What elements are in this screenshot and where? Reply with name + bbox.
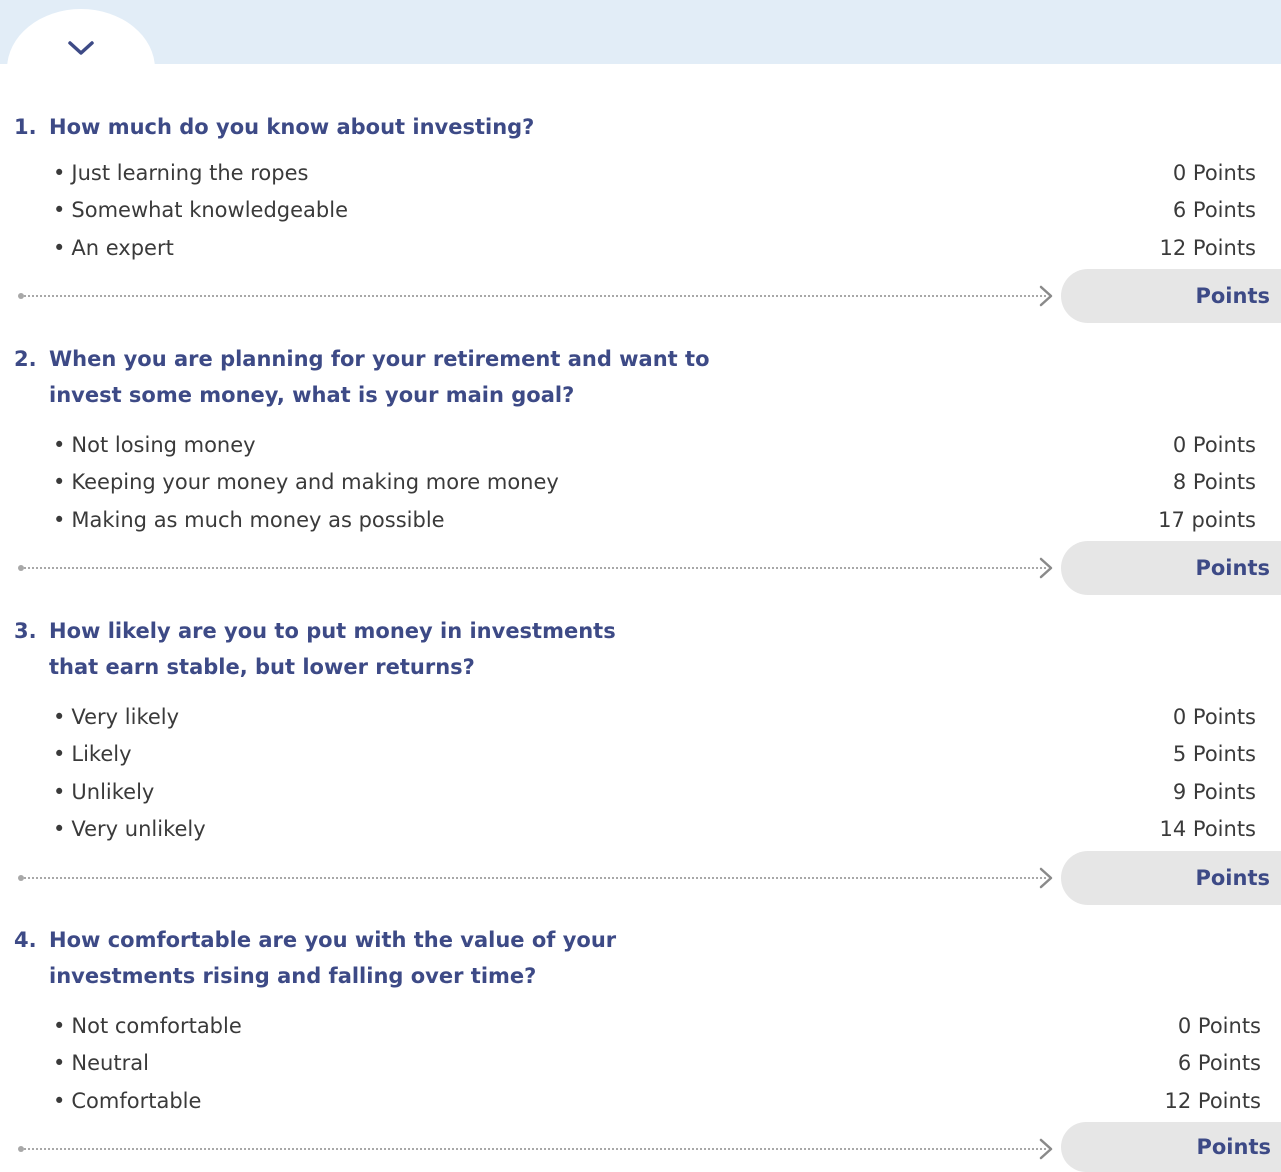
points-input[interactable]: Points xyxy=(1061,1122,1281,1172)
option-points: 5 Points xyxy=(1172,742,1256,766)
points-input[interactable]: Points xyxy=(1061,269,1281,323)
option-label: Not comfortable xyxy=(53,1008,241,1046)
question-title: 4. How comfortable are you with the valu… xyxy=(14,922,674,994)
answer-option: Keeping your money and making more money… xyxy=(0,464,1281,502)
option-label: Not losing money xyxy=(53,427,255,465)
answer-option: Just learning the ropes 0 Points xyxy=(0,155,1281,193)
answer-option: Unlikely 9 Points xyxy=(0,774,1281,812)
points-input[interactable]: Points xyxy=(1061,851,1281,905)
question-number: 3. xyxy=(14,619,37,643)
question-title: 3. How likely are you to put money in in… xyxy=(14,613,664,685)
question-text: When you are planning for your retiremen… xyxy=(49,347,710,407)
chevron-down-icon xyxy=(68,41,94,55)
answer-option: An expert 12 Points xyxy=(0,230,1281,268)
answer-option: Likely 5 Points xyxy=(0,736,1281,774)
option-label: Neutral xyxy=(53,1045,149,1083)
option-points: 0 Points xyxy=(1172,161,1256,185)
option-label: Just learning the ropes xyxy=(53,155,308,193)
option-label: Unlikely xyxy=(53,774,154,812)
answer-option: Making as much money as possible 17 poin… xyxy=(0,502,1281,540)
dotted-leader xyxy=(24,295,1046,297)
answer-option: Somewhat knowledgeable 6 Points xyxy=(0,192,1281,230)
option-points: 6 Points xyxy=(1177,1051,1261,1075)
option-points: 0 Points xyxy=(1172,705,1256,729)
dotted-leader xyxy=(24,567,1046,569)
option-points: 12 Points xyxy=(1159,236,1256,260)
answer-option: Neutral 6 Points xyxy=(0,1045,1281,1083)
score-row: Points xyxy=(18,1122,1281,1172)
answer-option: Very unlikely 14 Points xyxy=(0,811,1281,849)
answer-option: Not losing money 0 Points xyxy=(0,427,1281,465)
option-label: Likely xyxy=(53,736,131,774)
dotted-leader xyxy=(24,1148,1046,1150)
option-points: 14 Points xyxy=(1159,817,1256,841)
option-label: Making as much money as possible xyxy=(53,502,444,540)
option-label: Very unlikely xyxy=(53,811,205,849)
answer-option: Not comfortable 0 Points xyxy=(0,1008,1281,1046)
option-points: 12 Points xyxy=(1164,1089,1261,1113)
score-row: Points xyxy=(18,541,1281,595)
option-points: 8 Points xyxy=(1172,470,1256,494)
chevron-right-icon xyxy=(1039,1138,1053,1160)
score-row: Points xyxy=(18,269,1281,323)
question-text: How much do you know about investing? xyxy=(49,115,535,139)
question-title: 2. When you are planning for your retire… xyxy=(14,341,734,413)
question-text: How comfortable are you with the value o… xyxy=(49,928,617,988)
dotted-leader xyxy=(24,877,1046,879)
answer-option: Comfortable 12 Points xyxy=(0,1083,1281,1121)
chevron-right-icon xyxy=(1039,285,1053,307)
option-points: 0 Points xyxy=(1177,1014,1261,1038)
question-number: 1. xyxy=(14,115,37,139)
chevron-right-icon xyxy=(1039,557,1053,579)
option-points: 17 points xyxy=(1158,508,1256,532)
header-band xyxy=(0,0,1281,64)
option-label: Somewhat knowledgeable xyxy=(53,192,348,230)
question-number: 2. xyxy=(14,347,37,371)
answer-option: Very likely 0 Points xyxy=(0,699,1281,737)
question-number: 4. xyxy=(14,928,37,952)
option-label: An expert xyxy=(53,230,173,268)
option-label: Very likely xyxy=(53,699,179,737)
chevron-right-icon xyxy=(1039,867,1053,889)
option-label: Keeping your money and making more money xyxy=(53,464,558,502)
option-points: 0 Points xyxy=(1172,433,1256,457)
score-row: Points xyxy=(18,851,1281,905)
option-label: Comfortable xyxy=(53,1083,201,1121)
question-text: How likely are you to put money in inves… xyxy=(49,619,616,679)
points-input[interactable]: Points xyxy=(1061,541,1281,595)
question-title: 1. How much do you know about investing? xyxy=(14,109,734,145)
option-points: 9 Points xyxy=(1172,780,1256,804)
option-points: 6 Points xyxy=(1172,198,1256,222)
